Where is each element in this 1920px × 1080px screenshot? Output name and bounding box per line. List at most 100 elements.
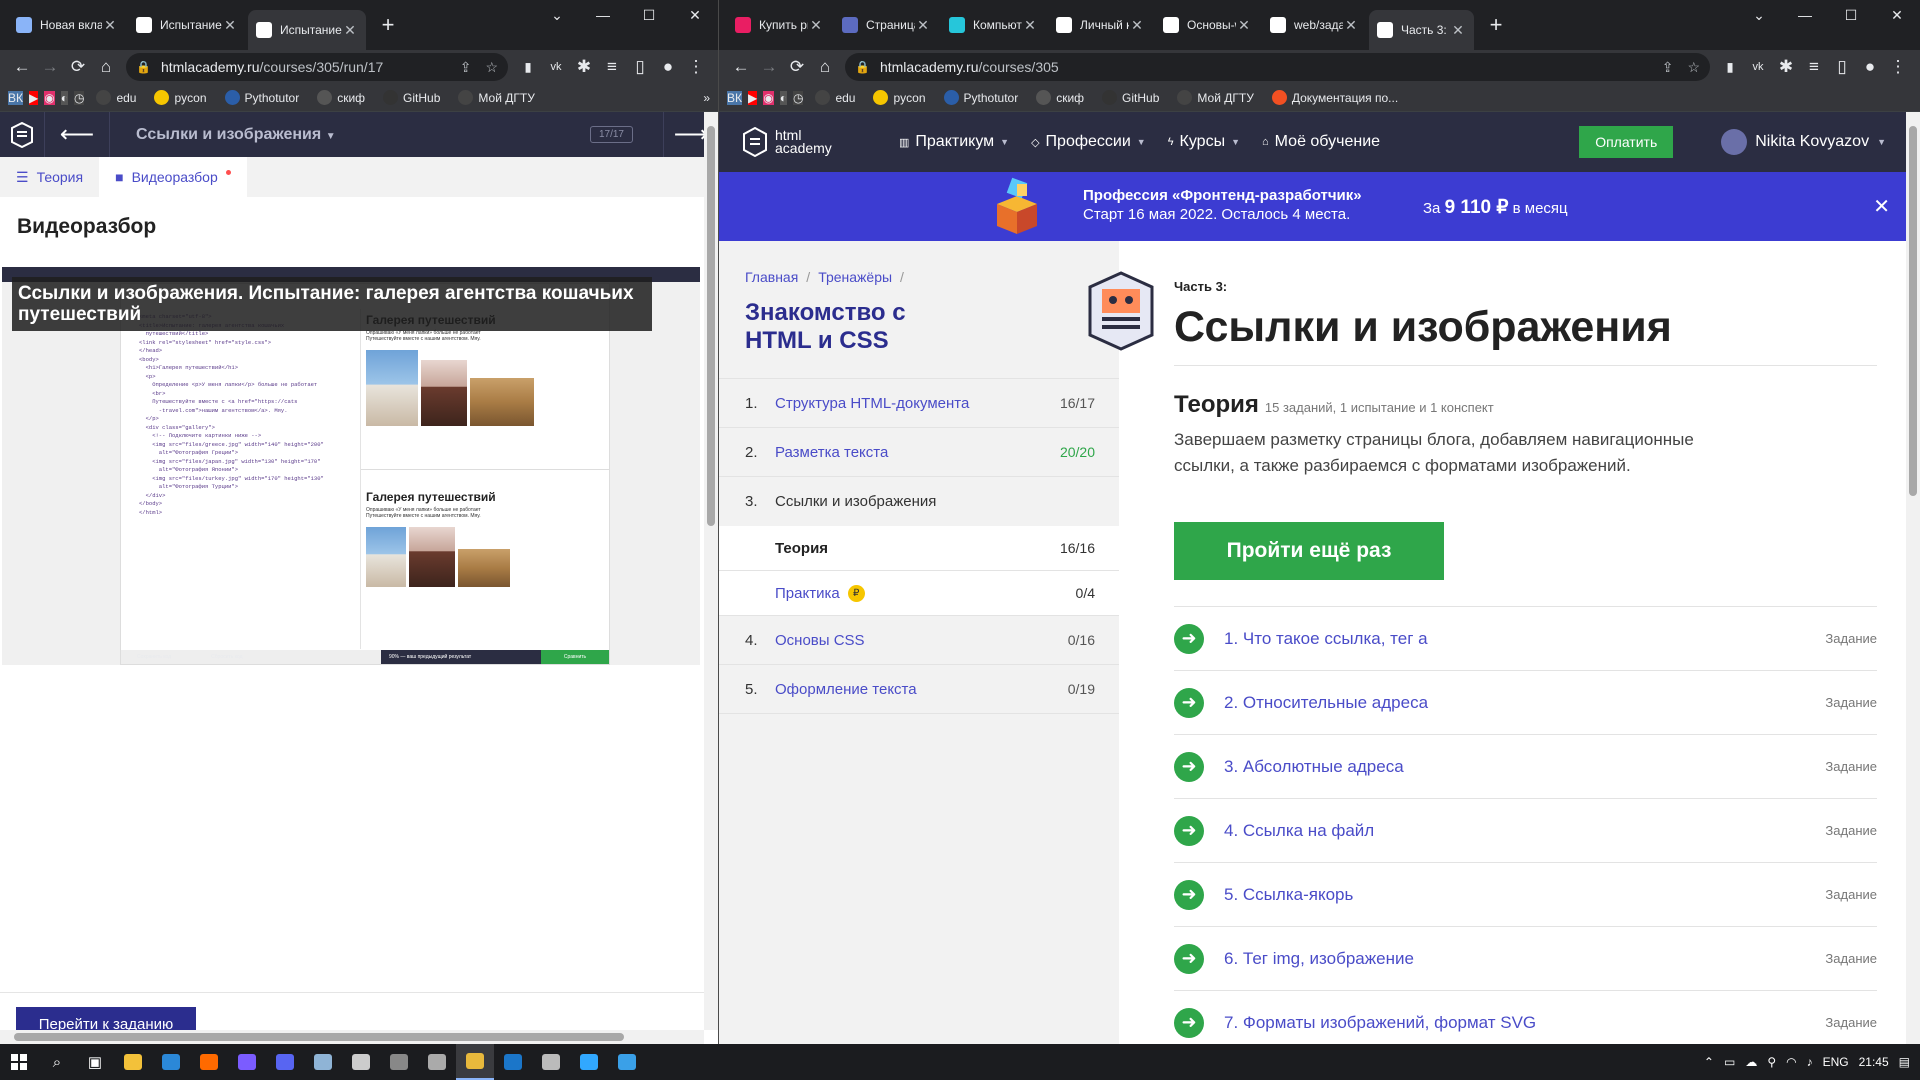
browser-tab[interactable]: Испытание: га✕ xyxy=(248,10,366,50)
close-window-icon[interactable]: ✕ xyxy=(672,0,718,30)
task-item[interactable]: ➜ 7. Форматы изображений, формат SVG Задан… xyxy=(1174,991,1877,1044)
video-player[interactable]: <meta charset="utf-8"><title>Испытание: … xyxy=(2,267,700,665)
game-icon[interactable] xyxy=(342,1044,380,1080)
steam-icon[interactable] xyxy=(494,1044,532,1080)
minimize-icon[interactable]: — xyxy=(1782,0,1828,30)
file-explorer-icon[interactable] xyxy=(114,1044,152,1080)
browser-tab[interactable]: Основы-web✕ xyxy=(1155,10,1260,40)
tab-video[interactable]: ■ Видеоразбор xyxy=(99,157,247,197)
vertical-scrollbar[interactable] xyxy=(1906,112,1920,1044)
windows-start-icon[interactable] xyxy=(0,1044,38,1080)
task-item[interactable]: ➜ 5. Ссылка-якорь Задание xyxy=(1174,863,1877,927)
chevron-down-icon[interactable]: ⌄ xyxy=(534,0,580,30)
steam-icon[interactable]: ◐ xyxy=(779,90,787,105)
horizontal-scrollbar[interactable] xyxy=(0,1030,704,1044)
sub-item-practice[interactable]: Практика ₽0/4 xyxy=(719,571,1119,616)
notepad-icon[interactable] xyxy=(418,1044,456,1080)
scroll-thumb[interactable] xyxy=(14,1033,624,1041)
minimize-icon[interactable]: — xyxy=(580,0,626,30)
language-indicator[interactable]: ENG xyxy=(1823,1055,1849,1069)
chapter-item[interactable]: 4. Основы CSS 0/16 xyxy=(719,616,1119,665)
browser-tab[interactable]: Компьютерн✕ xyxy=(941,10,1046,40)
onedrive-icon[interactable]: ☁ xyxy=(1745,1055,1757,1069)
bookmark[interactable]: GitHub xyxy=(1096,90,1165,105)
star-icon[interactable]: ☆ xyxy=(485,59,498,76)
pay-button[interactable]: Оплатить xyxy=(1579,126,1674,158)
address-bar[interactable]: 🔒 htmlacademy.ru/courses/305 ⇪ ☆ xyxy=(845,53,1710,81)
task-item[interactable]: ➜ 3. Абсолютные адреса Задание xyxy=(1174,735,1877,799)
share-icon[interactable]: ⇪ xyxy=(460,59,472,76)
sidepanel-icon[interactable]: ▯ xyxy=(626,53,654,81)
extension-icon[interactable]: ▮ xyxy=(1716,53,1744,81)
nav-practicum[interactable]: ▥ Практикум ▼ xyxy=(899,133,1009,151)
close-icon[interactable]: ✕ xyxy=(342,22,358,39)
menu-icon[interactable]: ⋮ xyxy=(1884,53,1912,81)
bookmark[interactable]: Мой ДГТУ xyxy=(452,90,540,105)
discord-icon[interactable] xyxy=(266,1044,304,1080)
chapter-item[interactable]: 3. Ссылки и изображения xyxy=(719,477,1119,526)
clock[interactable]: 21:45 xyxy=(1859,1055,1889,1069)
maximize-icon[interactable]: ☐ xyxy=(626,0,672,30)
share-icon[interactable]: ⇪ xyxy=(1662,59,1674,76)
new-tab-icon[interactable]: + xyxy=(1484,14,1508,38)
browser-tab[interactable]: Часть 3: Ссы✕ xyxy=(1369,10,1474,50)
address-bar[interactable]: 🔒 htmlacademy.ru/courses/305/run/17 ⇪ ☆ xyxy=(126,53,508,81)
steam-icon[interactable]: ◐ xyxy=(60,90,68,105)
htmlacademy-logo-icon[interactable] xyxy=(0,112,45,157)
task-item[interactable]: ➜ 4. Ссылка на файл Задание xyxy=(1174,799,1877,863)
notifications-icon[interactable]: ▤ xyxy=(1899,1055,1910,1069)
user-menu[interactable]: Nikita Kovyazov ▼ xyxy=(1721,129,1886,155)
wifi-icon[interactable]: ◠ xyxy=(1786,1055,1796,1069)
chevron-down-icon[interactable]: ⌄ xyxy=(1736,0,1782,30)
course-dropdown[interactable]: Ссылки и изображения ▼ xyxy=(110,126,590,144)
media-icon[interactable]: ≡ xyxy=(1800,53,1828,81)
tab-theory[interactable]: ☰ Теория xyxy=(0,157,99,197)
music-icon[interactable] xyxy=(228,1044,266,1080)
task-item[interactable]: ➜ 2. Относительные адреса Задание xyxy=(1174,671,1877,735)
sidepanel-icon[interactable]: ▯ xyxy=(1828,53,1856,81)
instagram-icon[interactable]: ◉ xyxy=(44,90,55,105)
forward-icon[interactable]: → xyxy=(36,53,64,81)
close-icon[interactable]: ✕ xyxy=(102,17,118,34)
scroll-thumb[interactable] xyxy=(1909,126,1917,496)
media-icon[interactable]: ≡ xyxy=(598,53,626,81)
new-tab-icon[interactable]: + xyxy=(376,14,400,38)
nav-professions[interactable]: ◇ Профессии ▼ xyxy=(1031,133,1146,151)
vscode-icon[interactable] xyxy=(608,1044,646,1080)
bookmark[interactable]: pycon xyxy=(867,90,931,105)
chrome-icon[interactable] xyxy=(456,1044,494,1080)
crumb-trainers[interactable]: Тренажёры xyxy=(818,269,892,285)
extension-icon[interactable]: ▮ xyxy=(514,53,542,81)
chevron-up-icon[interactable]: ⌃ xyxy=(1704,1055,1714,1069)
browser-tab[interactable]: Личный каб✕ xyxy=(1048,10,1153,40)
close-icon[interactable]: ✕ xyxy=(915,17,931,34)
close-icon[interactable]: ✕ xyxy=(1873,194,1890,219)
browser-tab[interactable]: web/задани✕ xyxy=(1262,10,1367,40)
task-view-icon[interactable]: ▣ xyxy=(76,1044,114,1080)
puzzle-icon[interactable]: ✱ xyxy=(570,53,598,81)
bookmark[interactable]: Pythotutor xyxy=(219,90,306,105)
nav-my-learning[interactable]: ⌂ Моё обучение xyxy=(1262,133,1380,151)
calculator-icon[interactable] xyxy=(380,1044,418,1080)
close-window-icon[interactable]: ✕ xyxy=(1874,0,1920,30)
battery-icon[interactable]: ▭ xyxy=(1724,1055,1735,1069)
vk-icon[interactable]: vk xyxy=(542,53,570,81)
browser-tab[interactable]: Купить рим✕ xyxy=(727,10,832,40)
more-bookmarks-icon[interactable]: » xyxy=(703,91,710,105)
bookmark[interactable]: pycon xyxy=(148,90,212,105)
site-logo[interactable]: html academy xyxy=(743,127,879,157)
home-icon[interactable]: ⌂ xyxy=(92,53,120,81)
back-icon[interactable]: ← xyxy=(8,53,36,81)
profile-avatar[interactable]: ● xyxy=(654,53,682,81)
nav-courses[interactable]: ϟ Курсы ▼ xyxy=(1168,133,1240,151)
search-icon[interactable]: ⌕ xyxy=(38,1044,76,1080)
close-icon[interactable]: ✕ xyxy=(1450,22,1466,39)
star-icon[interactable]: ☆ xyxy=(1687,59,1700,76)
close-icon[interactable]: ✕ xyxy=(1236,17,1252,34)
browser-tab[interactable]: Страница №✕ xyxy=(834,10,939,40)
back-icon[interactable]: ← xyxy=(727,53,755,81)
chapter-item[interactable]: 5. Оформление текста 0/19 xyxy=(719,665,1119,714)
close-icon[interactable]: ✕ xyxy=(808,17,824,34)
menu-icon[interactable]: ⋮ xyxy=(682,53,710,81)
clock-icon[interactable]: ◷ xyxy=(792,90,804,105)
